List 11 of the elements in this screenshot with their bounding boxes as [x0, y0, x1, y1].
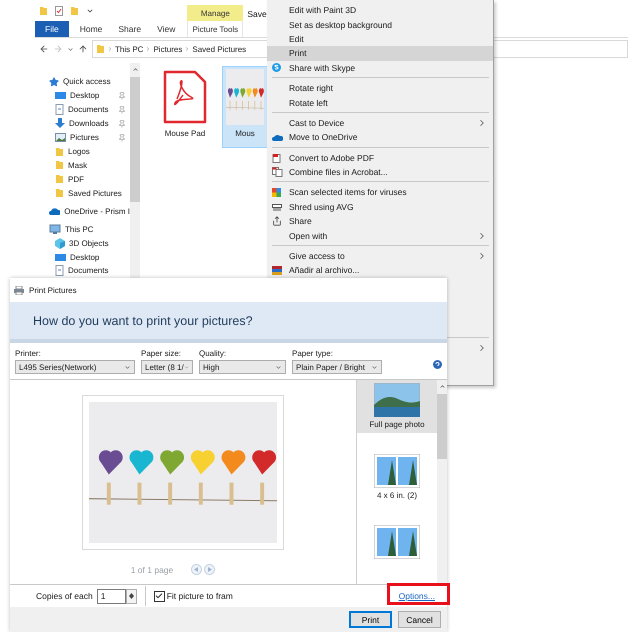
copies-label: Copies of each — [36, 591, 93, 601]
context-tab-group: Manage — [187, 5, 244, 21]
field-label: Paper type: — [292, 349, 334, 358]
dialog-title: Print Pictures — [29, 286, 77, 294]
page-counter: 1 of 1 page — [130, 564, 174, 574]
window-title: Save — [247, 9, 267, 19]
checkbox-label: Fit picture to fram — [166, 591, 233, 601]
dialog-heading: How do you want to print your pictures? — [33, 314, 253, 328]
field-label: Quality: — [199, 349, 228, 358]
field-label: Paper size: — [141, 349, 182, 358]
field-label: Printer: — [15, 349, 42, 358]
